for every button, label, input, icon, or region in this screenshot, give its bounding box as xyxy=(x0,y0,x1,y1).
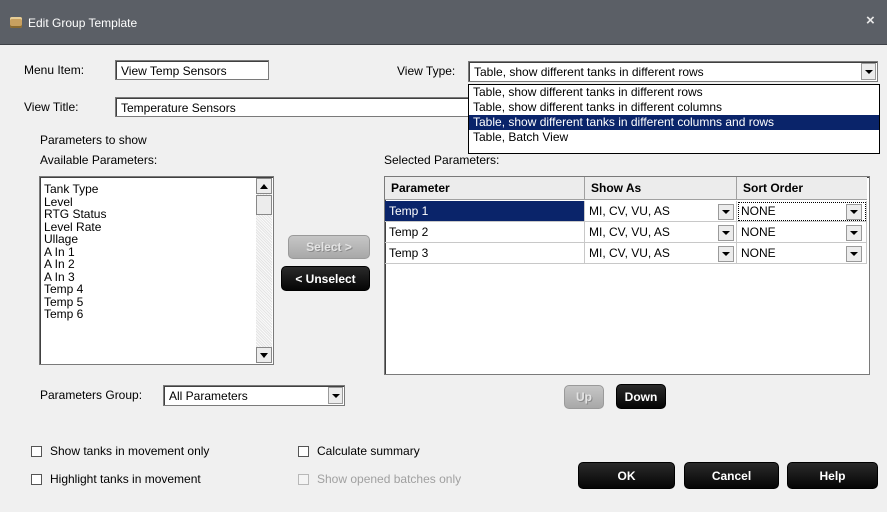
ok-button[interactable]: OK xyxy=(578,462,675,489)
column-header-show-as[interactable]: Show As xyxy=(585,177,737,200)
window-title: Edit Group Template xyxy=(28,16,138,30)
scroll-down-icon[interactable] xyxy=(256,347,272,363)
show-movement-only-label[interactable]: Show tanks in movement only xyxy=(50,444,209,458)
calculate-summary-label[interactable]: Calculate summary xyxy=(317,444,420,458)
chevron-down-icon[interactable] xyxy=(718,204,734,220)
cell-show-as[interactable]: MI, CV, VU, AS xyxy=(585,243,737,264)
title-bar: Edit Group Template × xyxy=(0,0,887,45)
move-down-button[interactable]: Down xyxy=(616,384,666,409)
chevron-down-icon[interactable] xyxy=(846,225,862,241)
parameters-group-value: All Parameters xyxy=(169,389,248,403)
parameters-group-select[interactable]: All Parameters xyxy=(163,385,345,406)
cancel-button[interactable]: Cancel xyxy=(684,462,779,489)
view-type-dropdown: Table, show different tanks in different… xyxy=(468,84,880,154)
chevron-down-icon[interactable] xyxy=(861,63,876,80)
cell-parameter[interactable]: Temp 2 xyxy=(385,222,585,243)
scroll-thumb[interactable] xyxy=(256,195,272,215)
scroll-up-icon[interactable] xyxy=(256,178,272,194)
column-header-parameter[interactable]: Parameter xyxy=(385,177,585,200)
available-parameters-list[interactable]: Tank Type Level RTG Status Level Rate Ul… xyxy=(39,176,274,365)
cell-parameter[interactable]: Temp 1 xyxy=(385,201,585,222)
view-type-option[interactable]: Table, show different tanks in different… xyxy=(469,100,879,115)
help-button[interactable]: Help xyxy=(787,462,878,489)
move-up-button[interactable]: Up xyxy=(564,385,604,409)
list-item[interactable]: Ullage xyxy=(40,233,273,246)
list-scrollbar[interactable] xyxy=(256,178,272,363)
column-header-sort-order[interactable]: Sort Order xyxy=(737,177,867,200)
highlight-movement-checkbox[interactable] xyxy=(31,474,42,485)
select-button[interactable]: Select > xyxy=(288,235,370,259)
close-icon[interactable]: × xyxy=(866,12,875,29)
list-item[interactable]: Temp 6 xyxy=(40,308,273,321)
opened-batches-only-checkbox xyxy=(298,474,309,485)
app-icon xyxy=(10,17,22,28)
chevron-down-icon[interactable] xyxy=(718,225,734,241)
view-type-label: View Type: xyxy=(397,64,456,78)
show-movement-only-checkbox[interactable] xyxy=(31,446,42,457)
list-item[interactable]: A In 2 xyxy=(40,258,273,271)
view-type-option[interactable]: Table, show different tanks in different… xyxy=(469,115,879,130)
unselect-button[interactable]: < Unselect xyxy=(281,266,370,291)
view-title-label: View Title: xyxy=(24,100,79,114)
view-type-option[interactable]: Table, Batch View xyxy=(469,130,879,145)
cell-show-as[interactable]: MI, CV, VU, AS xyxy=(585,222,737,243)
list-item[interactable]: Temp 4 xyxy=(40,283,273,296)
chevron-down-icon[interactable] xyxy=(846,204,862,220)
list-item[interactable]: Tank Type xyxy=(40,183,273,196)
chevron-down-icon[interactable] xyxy=(328,387,343,404)
menu-item-input[interactable]: View Temp Sensors xyxy=(115,60,269,80)
view-type-select[interactable]: Table, show different tanks in different… xyxy=(468,61,878,82)
selected-parameters-label: Selected Parameters: xyxy=(384,153,500,167)
opened-batches-only-label: Show opened batches only xyxy=(317,472,462,486)
view-type-option[interactable]: Table, show different tanks in different… xyxy=(469,85,879,100)
cell-show-as[interactable]: MI, CV, VU, AS xyxy=(585,201,737,222)
list-item[interactable]: RTG Status xyxy=(40,208,273,221)
view-title-input[interactable]: Temperature Sensors xyxy=(115,97,475,117)
view-type-value: Table, show different tanks in different… xyxy=(474,65,704,79)
chevron-down-icon[interactable] xyxy=(846,246,862,262)
available-parameters-label: Available Parameters: xyxy=(40,153,158,167)
menu-item-label: Menu Item: xyxy=(24,63,85,77)
highlight-movement-label[interactable]: Highlight tanks in movement xyxy=(50,472,201,486)
parameters-group-label: Parameters Group: xyxy=(40,388,143,402)
parameters-section-label: Parameters to show xyxy=(40,133,147,147)
cell-parameter[interactable]: Temp 3 xyxy=(385,243,585,264)
chevron-down-icon[interactable] xyxy=(718,246,734,262)
calculate-summary-checkbox[interactable] xyxy=(298,446,309,457)
selected-parameters-grid[interactable]: Parameter Show As Sort Order Temp 1 MI, … xyxy=(384,176,870,375)
